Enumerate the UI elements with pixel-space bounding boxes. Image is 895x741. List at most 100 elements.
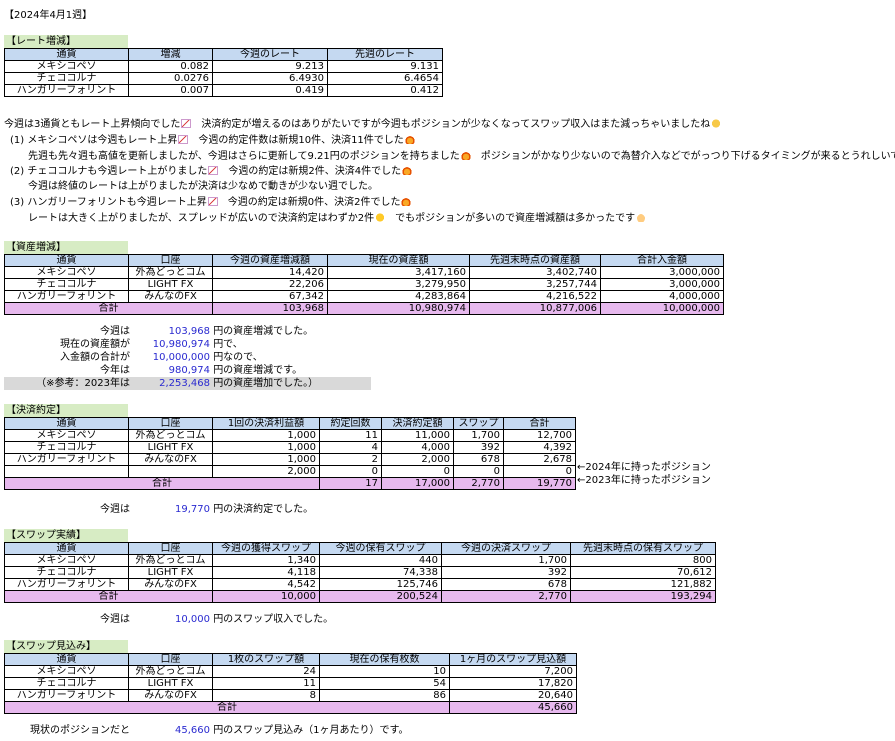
cell: 0 <box>453 465 504 478</box>
table-header-row: 通貨 口座 1枚のスワップ額 現在の保有枚数 1ヶ月のスワップ見込額 <box>4 653 577 666</box>
summary-line: 今週は 10,000 円のスワップ収入でした。 <box>100 614 334 625</box>
currency-cell: ハンガリーフォリント <box>4 453 129 466</box>
swap-section-header: 【スワップ実績】 <box>4 529 128 542</box>
cell: 10 <box>319 665 450 678</box>
cell: 2,770 <box>441 590 571 603</box>
table-row: メキシコペソ 外為どっとコム 24 10 7,200 <box>4 665 577 678</box>
column-header: 先週のレート <box>327 48 443 61</box>
cell: 1,000 <box>212 453 320 466</box>
column-header: 口座 <box>128 417 213 430</box>
cell: 9.131 <box>327 60 443 73</box>
summary-line: 今週は 103,968 円の資産増減でした。 <box>100 326 314 337</box>
cell: 67,342 <box>212 290 328 303</box>
total-label: 合計 <box>4 302 213 315</box>
comment-line: (3) ハンガリーフォリントも今週レート上昇 今週の約定は新規0件、決済2件でし… <box>10 196 412 209</box>
column-header: 通貨 <box>4 254 129 267</box>
cell: 6.4930 <box>212 72 328 85</box>
column-header: 今週の獲得スワップ <box>212 542 320 555</box>
currency-cell: メキシコペソ <box>4 429 129 442</box>
summary-line: 入金額の合計が 10,000,000 円なので、 <box>60 352 263 363</box>
cell: 4,216,522 <box>469 290 601 303</box>
cell: 4,392 <box>503 441 576 454</box>
cell: 0 <box>503 465 576 478</box>
cell: 70,612 <box>570 566 716 579</box>
cell: 1,000 <box>212 429 320 442</box>
total-label: 合計 <box>4 590 213 603</box>
cell: 200,524 <box>319 590 442 603</box>
cell: 193,294 <box>570 590 716 603</box>
total-label: 合計 <box>4 477 320 490</box>
total-row: 合計 17 17,000 2,770 19,770 <box>4 477 576 490</box>
currency-cell: メキシコペソ <box>4 266 129 279</box>
column-header: 1枚のスワップ額 <box>212 653 320 666</box>
column-header: 決済約定額 <box>381 417 454 430</box>
column-header: 先週末時点の保有スワップ <box>570 542 716 555</box>
assets-section-header: 【資産増減】 <box>4 241 128 254</box>
column-header: 現在の保有枚数 <box>319 653 450 666</box>
cell: 800 <box>570 554 716 567</box>
currency-cell: チェココルナ <box>4 441 129 454</box>
account-cell <box>128 465 213 478</box>
cell: 0.419 <box>212 84 328 97</box>
cell: 24 <box>212 665 320 678</box>
settle-section-header: 【決済約定】 <box>4 404 128 417</box>
cell: 1,340 <box>212 554 320 567</box>
column-header: 増減 <box>128 48 213 61</box>
summary-line: 現状のポジションだと 45,660 円のスワップ見込み（1ヶ月あたり）です。 <box>30 725 409 736</box>
cell: 3,279,950 <box>327 278 470 291</box>
table-row: チェココルナ LIGHT FX 1,000 4 4,000 392 4,392 <box>4 441 576 454</box>
cell: 4,118 <box>212 566 320 579</box>
cell: 4 <box>319 441 382 454</box>
cell: 121,882 <box>570 578 716 591</box>
cell: 17,820 <box>449 677 577 690</box>
table-row: チェココルナ 0.0276 6.4930 6.4654 <box>4 72 443 85</box>
column-header: 今週の保有スワップ <box>319 542 442 555</box>
total-row: 合計 103,968 10,980,974 10,877,006 10,000,… <box>4 302 724 315</box>
cell: 1,700 <box>441 554 571 567</box>
cell: 6.4654 <box>327 72 443 85</box>
summary-line: （※参考：2023年は 2,253,468 円の資産増加でした。） <box>36 378 319 389</box>
currency-cell: チェココルナ <box>4 278 129 291</box>
cell: 0 <box>381 465 454 478</box>
currency-cell: ハンガリーフォリント <box>4 578 129 591</box>
cell: 0.082 <box>128 60 213 73</box>
cell: 4,000,000 <box>600 290 724 303</box>
table-row: メキシコペソ 0.082 9.213 9.131 <box>4 60 443 73</box>
currency-cell: ハンガリーフォリント <box>4 689 129 702</box>
total-row: 合計 45,660 <box>4 701 577 714</box>
column-header: 口座 <box>128 653 213 666</box>
cell: 0.412 <box>327 84 443 97</box>
cell: 8 <box>212 689 320 702</box>
cell: 1,700 <box>453 429 504 442</box>
cell: 11,000 <box>381 429 454 442</box>
clap-icon <box>636 213 647 222</box>
table-row: ハンガリーフォリント みんなのFX 8 86 20,640 <box>4 689 577 702</box>
cell: 125,746 <box>319 578 442 591</box>
cell: 14,420 <box>212 266 328 279</box>
account-cell: LIGHT FX <box>128 441 213 454</box>
fire-icon <box>460 151 471 160</box>
cell: 12,700 <box>503 429 576 442</box>
cell: 20,640 <box>449 689 577 702</box>
cell: 1,000 <box>212 441 320 454</box>
cell: 392 <box>453 441 504 454</box>
column-header: 約定回数 <box>319 417 382 430</box>
summary-line: 今年は 980,974 円の資産増減です。 <box>100 365 303 376</box>
table-header-row: 通貨 口座 今週の資産増減額 現在の資産額 先週末時点の資産額 合計入金額 <box>4 254 724 267</box>
cell: 10,000 <box>212 590 320 603</box>
forecast-section-header: 【スワップ見込み】 <box>4 640 128 653</box>
cell: 7,200 <box>449 665 577 678</box>
currency-cell: ハンガリーフォリント <box>4 84 129 97</box>
comment-line: (2) チェココルナも今週レート上がりました 今週の約定は新規2件、決済4件でし… <box>10 165 413 178</box>
laugh-icon <box>375 213 386 222</box>
cell: 74,338 <box>319 566 442 579</box>
cell: 11 <box>319 429 382 442</box>
cell: 17,000 <box>381 477 454 490</box>
cell: 3,417,160 <box>327 266 470 279</box>
cell: 392 <box>441 566 571 579</box>
cell: 3,000,000 <box>600 278 724 291</box>
cell: 3,402,740 <box>469 266 601 279</box>
fire-icon <box>401 197 412 206</box>
cell: 10,980,974 <box>327 302 470 315</box>
assets-table: 通貨 口座 今週の資産増減額 現在の資産額 先週末時点の資産額 合計入金額 メキ… <box>4 254 724 315</box>
